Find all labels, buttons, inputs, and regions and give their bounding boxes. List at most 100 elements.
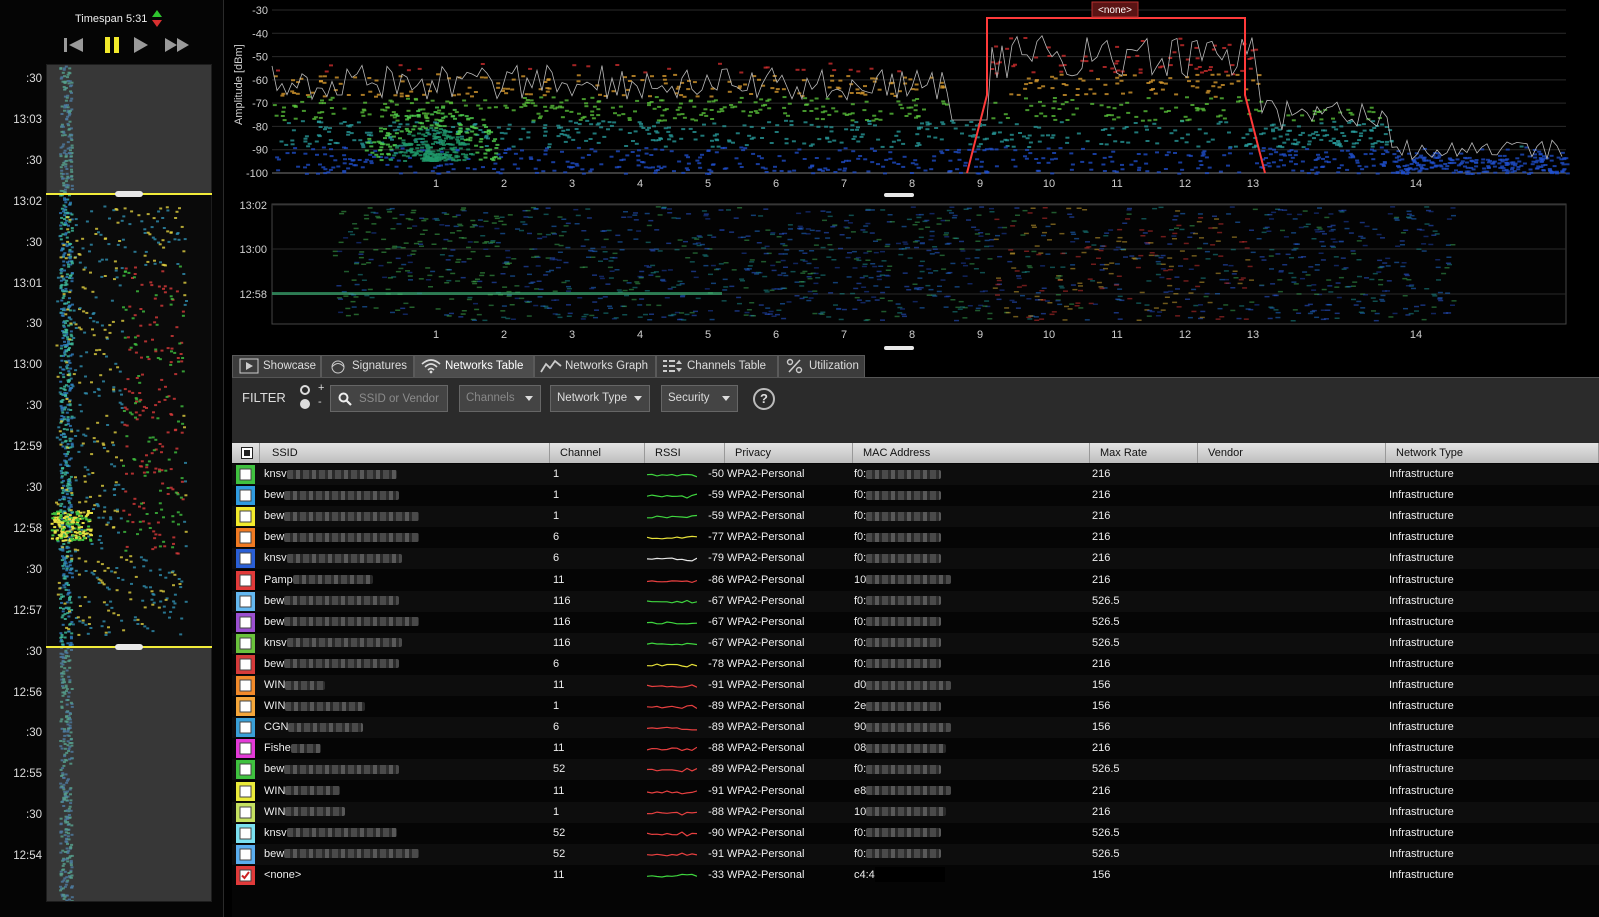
network-color-swatch[interactable] — [236, 823, 255, 843]
tab-networks-table[interactable]: Networks Table — [414, 355, 534, 377]
table-row[interactable]: bew 116 -67 WPA2-Personal f0: 526.5 Infrastruc… — [232, 612, 1599, 633]
network-color-swatch[interactable] — [236, 528, 255, 548]
timeline-range-start-handle[interactable] — [115, 191, 143, 197]
row-checkbox[interactable] — [236, 739, 255, 759]
tab-utilization[interactable]: Utilization — [778, 355, 865, 377]
row-checkbox[interactable] — [236, 633, 255, 653]
table-row[interactable]: bew 1 -59 WPA2-Personal f0: 216 Infrastructure — [232, 506, 1599, 528]
table-row[interactable]: WIN 11 -91 WPA2-Personal e8 216 Infrastructure — [232, 781, 1599, 802]
table-row[interactable]: <none> 11 -33 WPA2-Personal c4:4 156 Infrastru… — [232, 865, 1599, 886]
row-checkbox[interactable] — [236, 802, 255, 822]
tab-signatures[interactable]: Signatures — [321, 355, 414, 377]
column-header-channel[interactable]: Channel — [550, 443, 645, 463]
network-color-swatch[interactable] — [236, 802, 255, 822]
column-header-rssi[interactable]: RSSI — [645, 443, 725, 463]
select-all-checkbox[interactable] — [241, 447, 253, 459]
row-checkbox[interactable] — [236, 486, 255, 506]
table-row[interactable]: knsv 52 -90 WPA2-Personal f0: 526.5 Infrastruc… — [232, 823, 1599, 844]
help-button[interactable]: ? — [753, 388, 775, 410]
skip-back-button[interactable] — [63, 36, 85, 54]
table-row[interactable]: WIN 11 -91 WPA2-Personal d0 156 Infrastructure — [232, 675, 1599, 696]
channel-tick-label: 4 — [637, 178, 643, 190]
tab-showcase[interactable]: Showcase — [232, 355, 321, 377]
column-header-network-type[interactable]: Network Type — [1386, 443, 1599, 463]
row-checkbox[interactable] — [236, 844, 255, 864]
table-row[interactable]: CGN 6 -89 WPA2-Personal 90 156 Infrastructure — [232, 717, 1599, 739]
table-row[interactable]: knsv 1 -50 WPA2-Personal f0: 216 Infrastructur… — [232, 464, 1599, 485]
row-checkbox[interactable] — [236, 570, 255, 590]
table-row[interactable]: Pamp 11 -86 WPA2-Personal 10 216 Infrastructur… — [232, 570, 1599, 591]
network-color-swatch[interactable] — [236, 549, 255, 569]
table-row[interactable]: bew 1 -59 WPA2-Personal f0: 216 Infrastructure — [232, 485, 1599, 506]
timespan-decrease-icon[interactable] — [152, 20, 162, 27]
row-checkbox[interactable] — [236, 676, 255, 695]
network-color-swatch[interactable] — [236, 718, 255, 738]
table-row[interactable]: knsv 116 -67 WPA2-Personal f0: 526.5 Infrastru… — [232, 632, 1599, 654]
timespan-increase-icon[interactable] — [152, 10, 162, 17]
table-row[interactable]: knsv 6 -79 WPA2-Personal f0: 216 Infrastructur… — [232, 548, 1599, 570]
network-type-cell: Infrastructure — [1389, 742, 1454, 755]
table-row[interactable]: WIN 1 -88 WPA2-Personal 10 216 Infrastructure — [232, 801, 1599, 823]
table-row[interactable]: bew 116 -67 WPA2-Personal f0: 526.5 Infrastruc… — [232, 590, 1599, 612]
pause-button[interactable] — [103, 36, 121, 54]
row-checkbox[interactable] — [236, 654, 255, 674]
column-header-privacy[interactable]: Privacy — [725, 443, 853, 463]
channel-tick-label: 11 — [1111, 178, 1122, 190]
row-checkbox[interactable] — [236, 865, 255, 885]
row-checkbox[interactable] — [236, 528, 255, 548]
network-color-swatch[interactable] — [236, 760, 255, 780]
network-color-swatch[interactable] — [236, 739, 255, 759]
row-checkbox[interactable] — [236, 718, 255, 738]
table-row[interactable]: bew 6 -77 WPA2-Personal f0: 216 Infrastructure — [232, 527, 1599, 548]
security-dropdown[interactable]: Security — [661, 385, 738, 412]
search-input[interactable] — [359, 390, 445, 408]
network-color-swatch[interactable] — [236, 570, 255, 590]
redacted-mac — [866, 511, 942, 521]
network-color-swatch[interactable] — [236, 486, 255, 506]
table-row[interactable]: WIN 1 -89 WPA2-Personal 2e 156 Infrastructure — [232, 696, 1599, 717]
column-header-max-rate[interactable]: Max Rate — [1090, 443, 1198, 463]
network-color-swatch[interactable] — [236, 654, 255, 674]
network-color-swatch[interactable] — [236, 865, 255, 885]
timeline-waterfall[interactable] — [46, 64, 212, 902]
network-color-swatch[interactable] — [236, 633, 255, 653]
table-row[interactable]: bew 6 -78 WPA2-Personal f0: 216 Infrastructure — [232, 654, 1599, 675]
waterfall-resize-handle[interactable] — [884, 346, 914, 350]
row-checkbox[interactable] — [236, 465, 255, 484]
timeline-range-end-handle[interactable] — [115, 644, 143, 650]
network-color-swatch[interactable] — [236, 465, 255, 484]
table-row[interactable]: bew 52 -91 WPA2-Personal f0: 526.5 Infrastruct… — [232, 843, 1599, 865]
table-row[interactable]: bew 52 -89 WPA2-Personal f0: 526.5 Infrastruct… — [232, 759, 1599, 781]
row-checkbox[interactable] — [236, 591, 255, 611]
row-checkbox[interactable] — [236, 760, 255, 780]
network-color-swatch[interactable] — [236, 612, 255, 632]
channels-dropdown[interactable]: Channels — [459, 385, 541, 412]
play-button[interactable] — [133, 36, 149, 54]
filter-exclude-radio[interactable] — [300, 399, 310, 409]
column-header-mac-address[interactable]: MAC Address — [853, 443, 1090, 463]
tab-channels-table[interactable]: Channels Table — [656, 355, 778, 377]
tab-networks-graph[interactable]: Networks Graph — [534, 355, 656, 377]
network-color-swatch[interactable] — [236, 676, 255, 695]
row-checkbox[interactable] — [236, 823, 255, 843]
table-row[interactable]: Fishe 11 -88 WPA2-Personal 08 216 Infrastructu… — [232, 738, 1599, 759]
spectrum-waterfall[interactable]: 13:0213:0012:581 2 3 4 5 6 7 8 9 10 11 12 13 14 — [230, 196, 1599, 356]
network-color-swatch[interactable] — [236, 781, 255, 801]
network-color-swatch[interactable] — [236, 844, 255, 864]
network-type-dropdown[interactable]: Network Type — [550, 385, 650, 412]
row-checkbox[interactable] — [236, 612, 255, 632]
network-color-swatch[interactable] — [236, 697, 255, 717]
row-checkbox[interactable] — [236, 507, 255, 527]
row-checkbox[interactable] — [236, 549, 255, 569]
network-color-swatch[interactable] — [236, 507, 255, 527]
column-header-vendor[interactable]: Vendor — [1198, 443, 1386, 463]
column-header-ssid[interactable]: SSID — [260, 443, 550, 463]
spectrum-graph[interactable]: Amplitude [dBm] -30 -40 -50 -60 -70 -80 -90 -10… — [230, 0, 1599, 200]
row-checkbox[interactable] — [236, 781, 255, 801]
ssid-text: bew — [264, 531, 285, 544]
network-color-swatch[interactable] — [236, 591, 255, 611]
fast-forward-button[interactable] — [164, 36, 192, 54]
search-box[interactable] — [330, 385, 448, 412]
row-checkbox[interactable] — [236, 697, 255, 717]
filter-include-radio[interactable] — [300, 385, 310, 395]
